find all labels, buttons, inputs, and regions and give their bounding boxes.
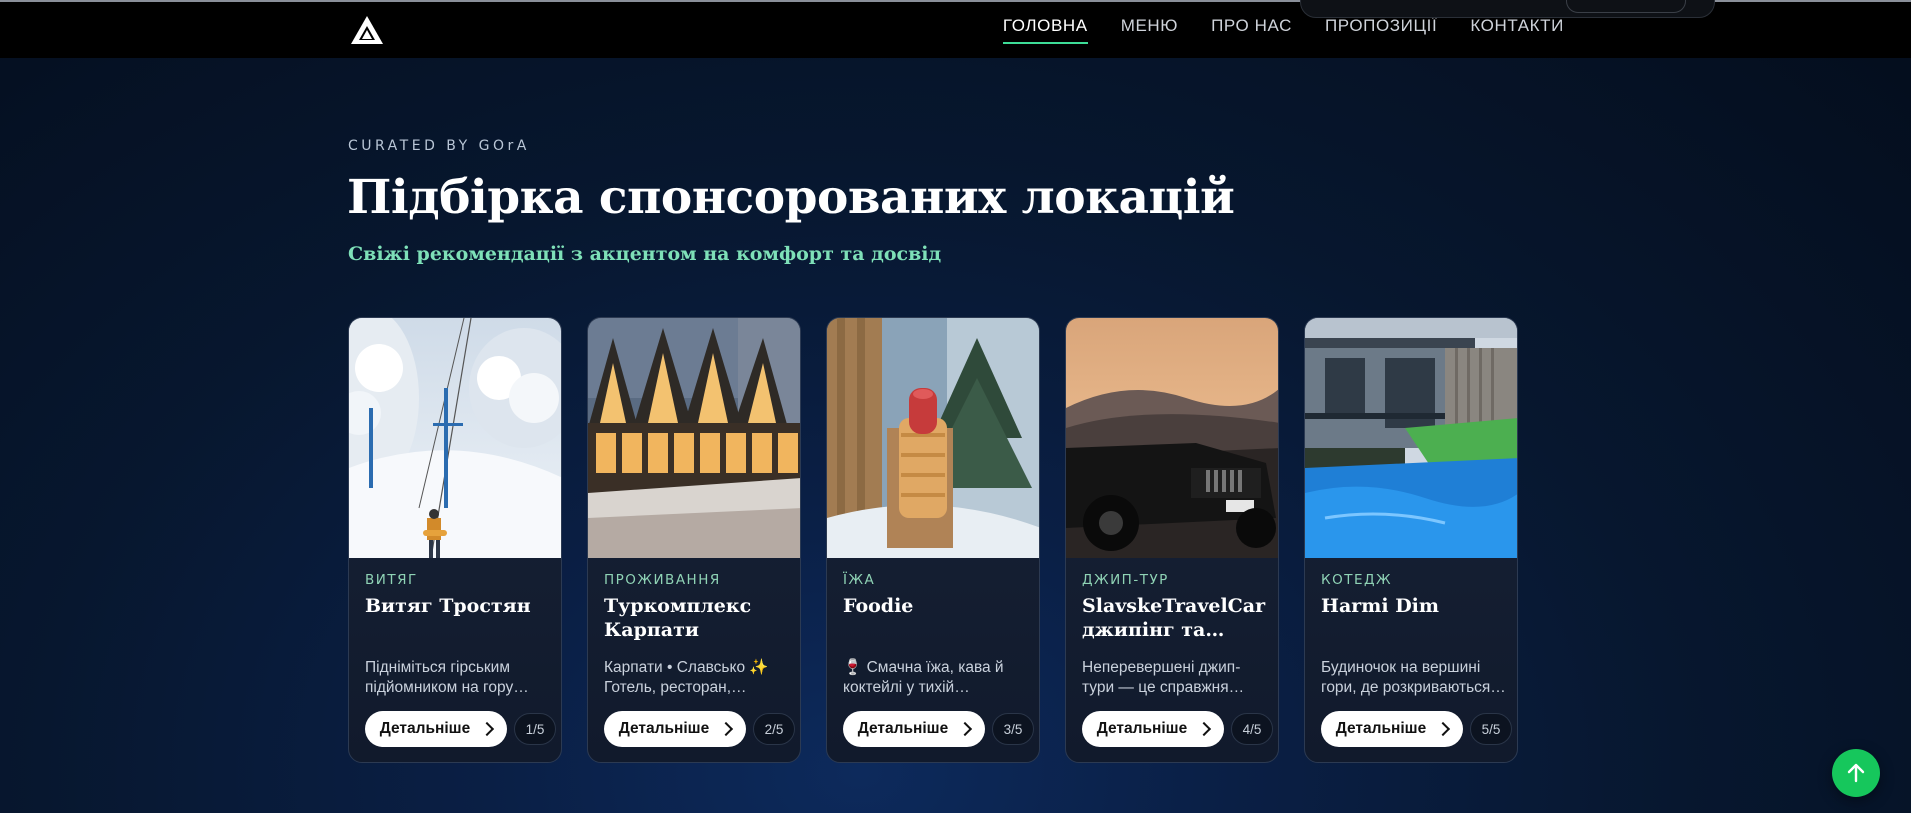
card-category: ЇЖА bbox=[843, 572, 876, 588]
nav-item-about[interactable]: ПРО НАС bbox=[1211, 16, 1292, 44]
card-title: Foodie bbox=[843, 595, 914, 617]
scroll-to-top-button[interactable] bbox=[1832, 749, 1880, 797]
card-counter: 2/5 bbox=[753, 713, 795, 745]
nav-item-menu[interactable]: МЕНЮ bbox=[1121, 16, 1178, 44]
card-description-line: Неперевершені джип- bbox=[1082, 659, 1241, 676]
card-actions: Детальніше 1/5 bbox=[365, 711, 556, 747]
details-button[interactable]: Детальніше bbox=[1082, 711, 1224, 747]
locations-carousel: ВИТЯГ Витяг Тростян Підніміться гірським… bbox=[348, 317, 1518, 763]
details-button-label: Детальніше bbox=[1096, 720, 1188, 737]
card-actions: Детальніше 3/5 bbox=[843, 711, 1034, 747]
card-description-line: тури — це справжня… bbox=[1082, 679, 1245, 696]
card-description-line: Готель, ресторан,… bbox=[604, 679, 747, 696]
details-button[interactable]: Детальніше bbox=[604, 711, 746, 747]
card-description-line: підйомником на гору… bbox=[365, 679, 529, 696]
page-subtitle: Свіжі рекомендації з акцентом на комфорт… bbox=[348, 243, 942, 265]
card-category: ВИТЯГ bbox=[365, 572, 418, 588]
details-button-label: Детальніше bbox=[618, 720, 710, 737]
chevron-right-icon bbox=[1197, 721, 1212, 737]
card-title-line: SlavskeTravelCar bbox=[1082, 595, 1266, 617]
card-description: Неперевершені джип- тури — це справжня… bbox=[1082, 658, 1268, 698]
card-counter: 1/5 bbox=[514, 713, 556, 745]
nav-item-contacts[interactable]: КОНТАКТИ bbox=[1470, 16, 1564, 44]
card-title: Harmi Dim bbox=[1321, 595, 1440, 617]
card-description-line: Підніміться гірським bbox=[365, 659, 510, 676]
card-description: Будиночок на вершині гори, де розкривают… bbox=[1321, 658, 1507, 698]
card-description: Підніміться гірським підйомником на гору… bbox=[365, 658, 551, 698]
location-card[interactable]: ЇЖА Foodie 🍷 Смачна їжа, кава й коктейлі… bbox=[826, 317, 1040, 763]
card-description-line: 🍷 Смачна їжа, кава й bbox=[843, 659, 1004, 676]
details-button[interactable]: Детальніше bbox=[843, 711, 985, 747]
overlay-panel bbox=[1300, 0, 1715, 18]
location-card[interactable]: ВИТЯГ Витяг Тростян Підніміться гірським… bbox=[348, 317, 562, 763]
nav-item-offers[interactable]: ПРОПОЗИЦІЇ bbox=[1325, 16, 1437, 44]
card-counter: 3/5 bbox=[992, 713, 1034, 745]
card-title-line: Туркомплекс bbox=[604, 595, 752, 617]
chevron-right-icon bbox=[958, 721, 973, 737]
details-button[interactable]: Детальніше bbox=[1321, 711, 1463, 747]
card-counter: 4/5 bbox=[1231, 713, 1273, 745]
card-description-line: Карпати • Славсько ✨ bbox=[604, 659, 769, 676]
card-category: ПРОЖИВАННЯ bbox=[604, 572, 721, 588]
card-category: ДЖИП-ТУР bbox=[1082, 572, 1169, 588]
arrow-up-icon bbox=[1847, 763, 1865, 783]
card-description-line: Будиночок на вершині bbox=[1321, 659, 1481, 676]
details-button-label: Детальніше bbox=[1335, 720, 1427, 737]
card-category: КОТЕДЖ bbox=[1321, 572, 1393, 588]
chevron-right-icon bbox=[1436, 721, 1451, 737]
location-card[interactable]: ПРОЖИВАННЯ Туркомплекс Карпати Карпати •… bbox=[587, 317, 801, 763]
card-description-line: коктейлі у тихій… bbox=[843, 679, 970, 696]
hotel-image bbox=[588, 318, 800, 558]
card-description: 🍷 Смачна їжа, кава й коктейлі у тихій… bbox=[843, 658, 1029, 698]
ski-lift-image bbox=[349, 318, 561, 558]
main-nav: ГОЛОВНА МЕНЮ ПРО НАС ПРОПОЗИЦІЇ КОНТАКТИ bbox=[1002, 16, 1564, 44]
details-button[interactable]: Детальніше bbox=[365, 711, 507, 747]
chevron-right-icon bbox=[480, 721, 495, 737]
details-button-label: Детальніше bbox=[379, 720, 471, 737]
card-actions: Детальніше 4/5 bbox=[1082, 711, 1273, 747]
chevron-right-icon bbox=[719, 721, 734, 737]
jeep-image bbox=[1066, 318, 1278, 558]
nav-item-home[interactable]: ГОЛОВНА bbox=[1002, 16, 1088, 44]
card-actions: Детальніше 5/5 bbox=[1321, 711, 1512, 747]
section-eyebrow: CURATED BY GOrA bbox=[348, 138, 530, 154]
card-description: Карпати • Славсько ✨ Готель, ресторан,… bbox=[604, 658, 790, 698]
card-title: Витяг Тростян bbox=[365, 595, 531, 617]
food-image bbox=[827, 318, 1039, 558]
location-card[interactable]: ДЖИП-ТУР SlavskeTravelCar джипінг та… Не… bbox=[1065, 317, 1279, 763]
card-description-line: гори, де розкриваються… bbox=[1321, 679, 1506, 696]
cottage-image bbox=[1305, 318, 1517, 558]
card-title: SlavskeTravelCar джипінг та… bbox=[1082, 594, 1266, 648]
card-title-line: джипінг та… bbox=[1082, 619, 1225, 641]
card-actions: Детальніше 2/5 bbox=[604, 711, 795, 747]
page-title: Підбірка спонсорованих локацій bbox=[347, 170, 1235, 225]
location-card[interactable]: КОТЕДЖ Harmi Dim Будиночок на вершині го… bbox=[1304, 317, 1518, 763]
overlay-pill-button[interactable] bbox=[1566, 0, 1686, 13]
logo-icon[interactable] bbox=[350, 15, 384, 45]
card-title: Туркомплекс Карпати bbox=[604, 594, 784, 648]
card-title-line: Карпати bbox=[604, 619, 699, 641]
details-button-label: Детальніше bbox=[857, 720, 949, 737]
card-counter: 5/5 bbox=[1470, 713, 1512, 745]
